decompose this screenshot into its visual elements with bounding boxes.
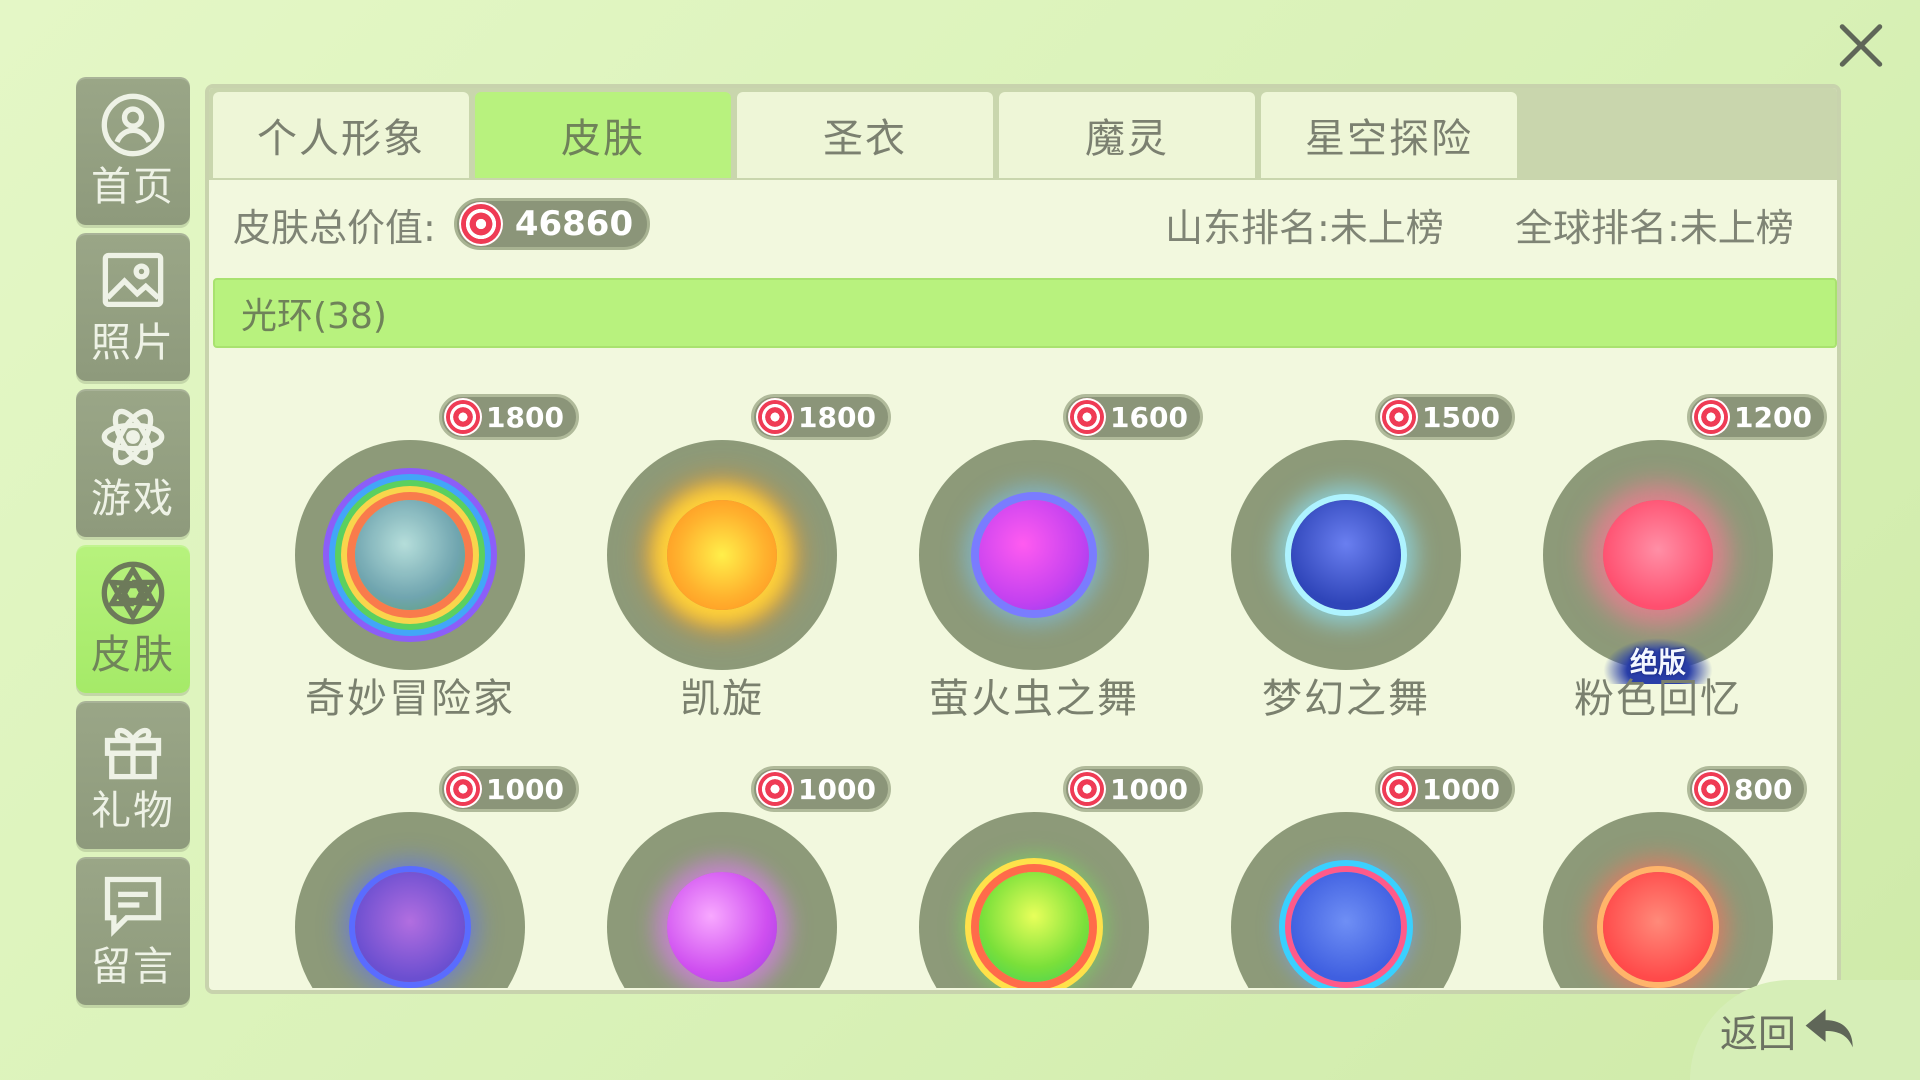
skin-item[interactable]: 1000	[1185, 766, 1515, 988]
skin-name: 粉色回忆	[1574, 676, 1742, 722]
price: 1200	[1734, 400, 1812, 434]
skin-name: 萤火虫之舞	[929, 676, 1139, 722]
tab-armor[interactable]: 圣衣	[737, 92, 993, 178]
price: 800	[1734, 772, 1793, 806]
back-arrow-icon	[1805, 1008, 1853, 1047]
sidebar-item-skin[interactable]: 皮肤	[76, 545, 190, 693]
candy-icon	[1068, 398, 1106, 436]
skin-grid: 1800 奇妙冒险家 1800 凯旋 1600 萤火虫之舞 1500 梦幻之舞	[209, 358, 1845, 988]
skin-item[interactable]: 1500 梦幻之舞	[1185, 394, 1515, 754]
tab-bar: 个人形象 皮肤 圣衣 魔灵 星空探险	[209, 88, 1837, 180]
sidebar-item-label: 留言	[91, 944, 175, 990]
price: 1000	[798, 772, 876, 806]
back-label: 返回	[1719, 1012, 1796, 1056]
skin-preview	[607, 440, 837, 670]
sidebar-item-label: 照片	[91, 320, 175, 366]
skin-preview	[607, 812, 837, 988]
close-button[interactable]	[1826, 10, 1896, 80]
candy-icon	[458, 202, 503, 246]
skin-name: 梦幻之舞	[1262, 676, 1430, 722]
sidebar-item-label: 首页	[91, 164, 175, 210]
sidebar: 首页 照片 游戏 皮肤 礼物 留言	[76, 77, 190, 1013]
candy-icon	[756, 398, 794, 436]
price-badge: 1000	[439, 766, 579, 812]
skin-item[interactable]: 1000 绝版	[561, 766, 891, 988]
global-rank: 全球排名:未上榜	[1515, 205, 1794, 250]
category-header[interactable]: 光环(38)	[213, 278, 1837, 348]
skin-panel: 个人形象 皮肤 圣衣 魔灵 星空探险 皮肤总价值: 46860 山东排名:未上榜…	[205, 84, 1841, 994]
tab-spirit[interactable]: 魔灵	[999, 92, 1255, 178]
user-icon	[101, 93, 165, 157]
tab-skin[interactable]: 皮肤	[475, 92, 731, 178]
price: 1600	[1110, 400, 1188, 434]
gift-icon	[104, 727, 162, 780]
candy-icon	[1380, 770, 1418, 808]
skin-item[interactable]: 800 绝版	[1497, 766, 1808, 988]
skin-item[interactable]: 1600 萤火虫之舞	[873, 394, 1203, 754]
skin-preview	[1231, 812, 1461, 988]
price-badge: 1200	[1687, 394, 1827, 440]
price: 1500	[1422, 400, 1500, 434]
candy-icon	[1692, 770, 1730, 808]
skin-item[interactable]: 1000 绝版	[873, 766, 1203, 988]
skin-item[interactable]: 1000	[249, 766, 579, 988]
total-value-label: 皮肤总价值:	[233, 205, 436, 250]
skin-preview	[295, 812, 525, 988]
total-value-badge: 46860	[453, 198, 650, 250]
skin-preview	[1231, 440, 1461, 670]
candy-icon	[444, 398, 482, 436]
candy-icon	[1380, 398, 1418, 436]
sidebar-item-games[interactable]: 游戏	[76, 389, 190, 537]
skin-item[interactable]: 1800 奇妙冒险家	[249, 394, 579, 754]
skin-item[interactable]: 1800 凯旋	[561, 394, 891, 754]
skin-preview	[1543, 812, 1773, 988]
price: 1000	[1110, 772, 1188, 806]
skin-preview	[919, 812, 1149, 988]
skin-item[interactable]: 1200 绝版 粉色回忆	[1497, 394, 1827, 754]
atom-icon	[101, 408, 165, 466]
skin-name: 凯旋	[680, 676, 764, 722]
skin-preview	[295, 440, 525, 670]
sidebar-item-label: 礼物	[91, 788, 175, 834]
sidebar-item-home[interactable]: 首页	[76, 77, 190, 225]
photo-icon	[102, 252, 164, 308]
sidebar-item-photos[interactable]: 照片	[76, 233, 190, 381]
tab-star-adventure[interactable]: 星空探险	[1261, 92, 1517, 178]
price: 1000	[1422, 772, 1500, 806]
sidebar-item-label: 皮肤	[91, 632, 175, 678]
message-icon	[104, 876, 162, 937]
price: 1800	[798, 400, 876, 434]
price-badge: 1500	[1375, 394, 1515, 440]
back-button[interactable]: 返回	[1720, 1003, 1860, 1058]
total-value: 46860	[514, 204, 634, 244]
price-badge: 1000	[1375, 766, 1515, 812]
price-badge: 1800	[439, 394, 579, 440]
tab-avatar[interactable]: 个人形象	[213, 92, 469, 178]
candy-icon	[756, 770, 794, 808]
price: 1800	[486, 400, 564, 434]
candy-icon	[1068, 770, 1106, 808]
skin-name: 奇妙冒险家	[305, 676, 515, 722]
price-badge: 1600	[1063, 394, 1203, 440]
skin-preview	[919, 440, 1149, 670]
price-badge: 1000	[1063, 766, 1203, 812]
summary-row: 皮肤总价值: 46860 山东排名:未上榜 全球排名:未上榜	[209, 184, 1837, 264]
price-badge: 1800	[751, 394, 891, 440]
sidebar-item-gifts[interactable]: 礼物	[76, 701, 190, 849]
candy-icon	[1692, 398, 1730, 436]
candy-icon	[444, 770, 482, 808]
price-badge: 1000	[751, 766, 891, 812]
sidebar-item-messages[interactable]: 留言	[76, 857, 190, 1005]
skin-icon	[101, 561, 165, 625]
price: 1000	[486, 772, 564, 806]
province-rank: 山东排名:未上榜	[1165, 205, 1444, 250]
skin-preview	[1543, 440, 1773, 670]
sidebar-item-label: 游戏	[91, 476, 175, 522]
price-badge: 800	[1687, 766, 1808, 812]
